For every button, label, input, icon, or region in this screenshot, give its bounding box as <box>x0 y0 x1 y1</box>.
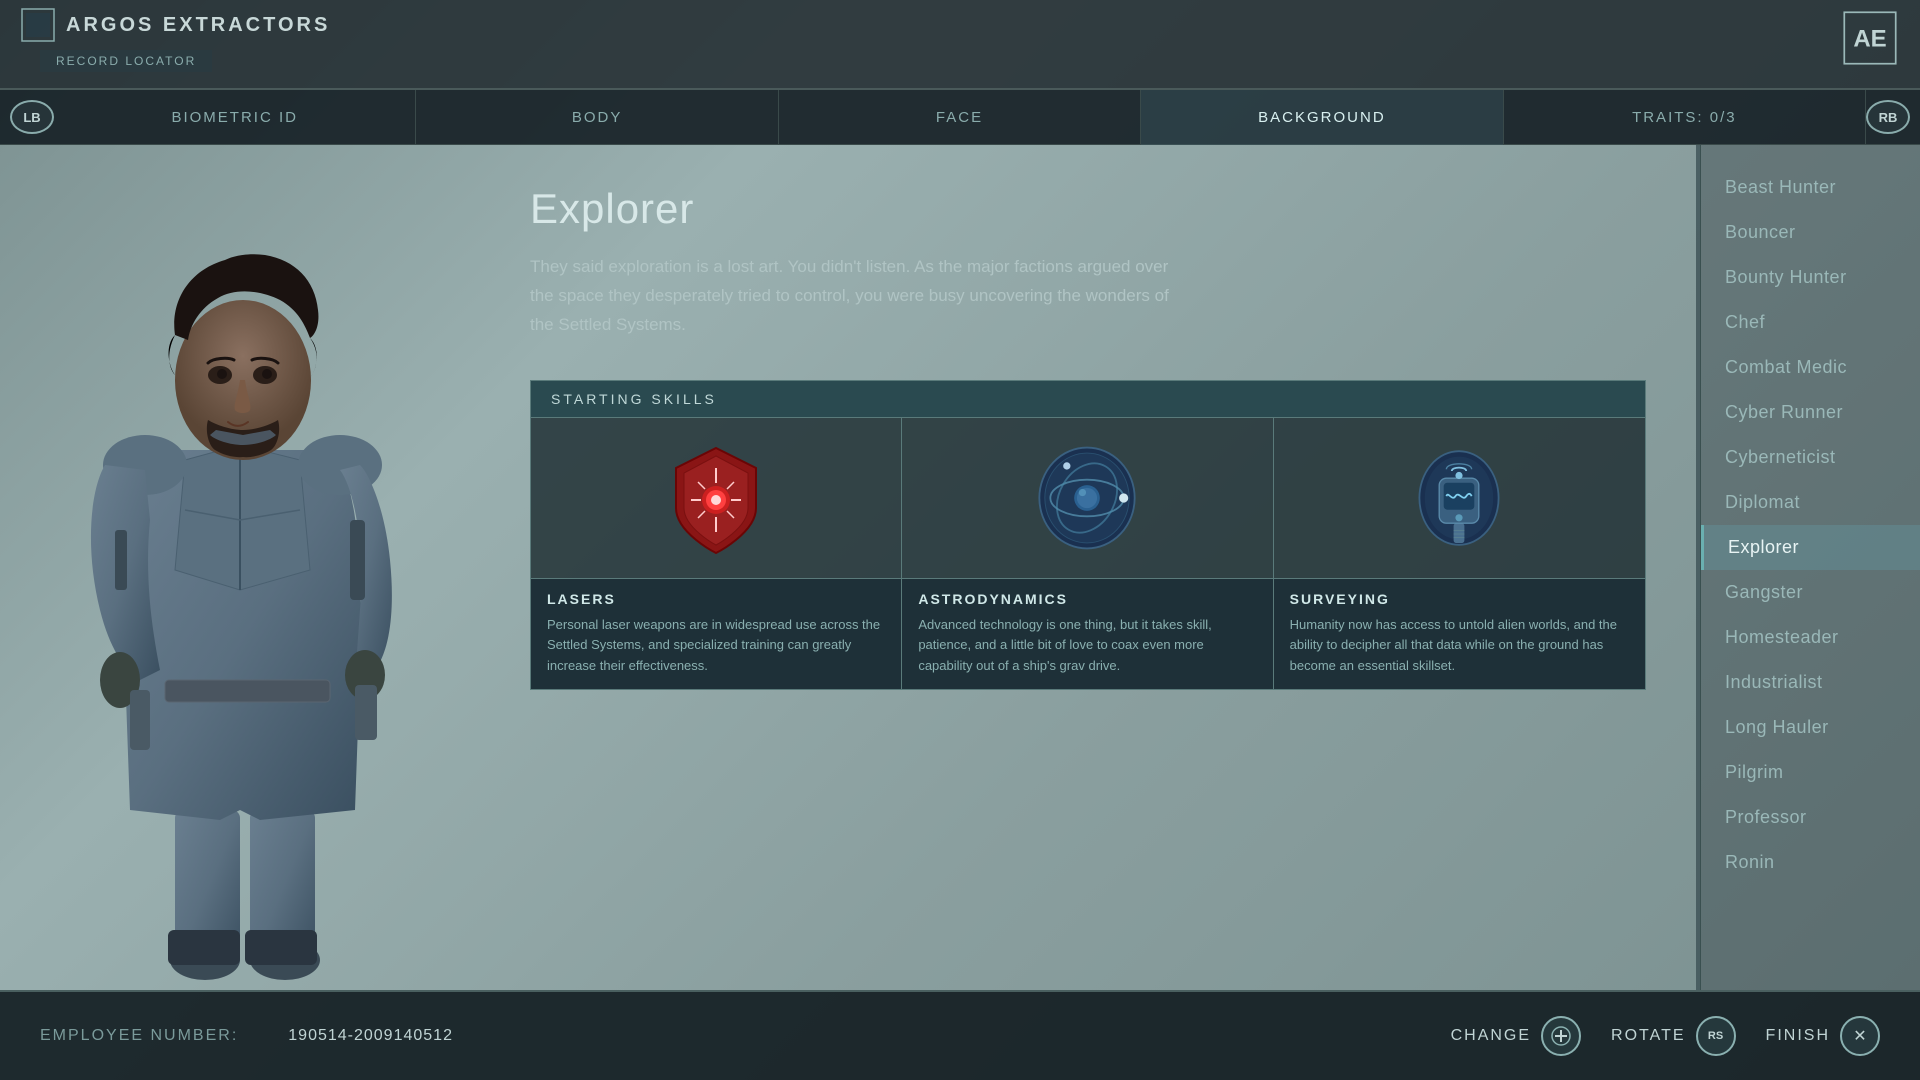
bg-list-item-professor[interactable]: Professor <box>1701 795 1920 840</box>
skill-icon-survey <box>1274 418 1645 578</box>
skills-header: STARTING SKILLS <box>531 381 1645 418</box>
skill-info-lasers: LASERS Personal laser weapons are in wid… <box>531 578 901 689</box>
bg-list-item-beast-hunter[interactable]: Beast Hunter <box>1701 165 1920 210</box>
background-description: They said exploration is a lost art. You… <box>530 253 1170 340</box>
bg-list-item-bouncer[interactable]: Bouncer <box>1701 210 1920 255</box>
change-icon <box>1541 1016 1581 1056</box>
skill-name-survey: SURVEYING <box>1290 591 1629 607</box>
change-label: CHANGE <box>1451 1027 1531 1045</box>
bg-list-item-long-hauler[interactable]: Long Hauler <box>1701 705 1920 750</box>
skill-name-astro: ASTRODYNAMICS <box>918 591 1256 607</box>
change-button[interactable]: CHANGE <box>1451 1016 1581 1056</box>
main-content: Explorer They said exploration is a lost… <box>0 145 1920 990</box>
skill-info-survey: SURVEYING Humanity now has access to unt… <box>1274 578 1645 689</box>
bg-list-item-industrialist[interactable]: Industrialist <box>1701 660 1920 705</box>
rotate-button[interactable]: ROTATE RS <box>1611 1016 1736 1056</box>
bg-list-item-pilgrim[interactable]: Pilgrim <box>1701 750 1920 795</box>
finish-label: FINISH <box>1766 1027 1830 1045</box>
header-top: ARGOS EXTRACTORS <box>0 0 1920 50</box>
info-panel: Explorer They said exploration is a lost… <box>480 145 1696 990</box>
rotate-label: ROTATE <box>1611 1027 1686 1045</box>
skill-card-astro: ASTRODYNAMICS Advanced technology is one… <box>902 418 1273 689</box>
nav-left-button[interactable]: LB <box>10 100 54 134</box>
finish-button[interactable]: FINISH ✕ <box>1766 1016 1880 1056</box>
survey-skill-icon <box>1414 438 1504 558</box>
tab-biometric[interactable]: BIOMETRIC ID <box>54 90 416 145</box>
rotate-icon: RS <box>1696 1016 1736 1056</box>
bottom-bar: EMPLOYEE NUMBER: 190514-2009140512 CHANG… <box>0 990 1920 1080</box>
background-list[interactable]: Beast HunterBouncerBounty HunterChefComb… <box>1700 145 1920 990</box>
bg-list-item-homesteader[interactable]: Homesteader <box>1701 615 1920 660</box>
company-logo: ARGOS EXTRACTORS <box>20 7 330 43</box>
character-svg <box>50 170 430 990</box>
bottom-actions: CHANGE ROTATE RS FINISH ✕ <box>1451 1016 1880 1056</box>
bg-list-item-cyber-runner[interactable]: Cyber Runner <box>1701 390 1920 435</box>
astro-skill-icon <box>1032 438 1142 558</box>
background-title: Explorer <box>530 185 1646 233</box>
logo-emblem <box>20 7 56 43</box>
tab-face[interactable]: FACE <box>779 90 1141 145</box>
bg-list-item-gangster[interactable]: Gangster <box>1701 570 1920 615</box>
tab-body[interactable]: BODY <box>416 90 778 145</box>
nav-right-button[interactable]: RB <box>1866 100 1910 134</box>
skills-grid: LASERS Personal laser weapons are in wid… <box>531 418 1645 689</box>
header-bar: ARGOS EXTRACTORS RECORD LOCATOR AE <box>0 0 1920 90</box>
skill-desc-survey: Humanity now has access to untold alien … <box>1290 615 1629 677</box>
skill-icon-lasers <box>531 418 901 578</box>
skill-card-survey: SURVEYING Humanity now has access to unt… <box>1274 418 1645 689</box>
record-locator: RECORD LOCATOR <box>40 50 212 72</box>
bg-list-item-diplomat[interactable]: Diplomat <box>1701 480 1920 525</box>
bg-list-item-cyberneticist[interactable]: Cyberneticist <box>1701 435 1920 480</box>
bg-list-item-combat-medic[interactable]: Combat Medic <box>1701 345 1920 390</box>
skill-card-lasers: LASERS Personal laser weapons are in wid… <box>531 418 902 689</box>
character-figure <box>0 145 480 990</box>
ae-logo: AE <box>1840 8 1900 68</box>
employee-number: 190514-2009140512 <box>288 1027 453 1045</box>
company-name: ARGOS EXTRACTORS <box>66 14 330 37</box>
bg-list-item-bounty-hunter[interactable]: Bounty Hunter <box>1701 255 1920 300</box>
svg-text:AE: AE <box>1853 26 1886 53</box>
skill-icon-astro <box>902 418 1272 578</box>
bg-list-item-explorer[interactable]: Explorer <box>1701 525 1920 570</box>
bg-list-item-chef[interactable]: Chef <box>1701 300 1920 345</box>
finish-icon: ✕ <box>1840 1016 1880 1056</box>
skill-name-lasers: LASERS <box>547 591 885 607</box>
employee-label: EMPLOYEE NUMBER: <box>40 1027 238 1045</box>
bg-list-item-ronin[interactable]: Ronin <box>1701 840 1920 885</box>
skill-info-astro: ASTRODYNAMICS Advanced technology is one… <box>902 578 1272 689</box>
skills-section: STARTING SKILLS <box>530 380 1646 690</box>
tab-traits[interactable]: TRAITS: 0/3 <box>1504 90 1866 145</box>
laser-skill-icon <box>666 438 766 558</box>
portrait-area <box>0 145 480 990</box>
skill-desc-astro: Advanced technology is one thing, but it… <box>918 615 1256 677</box>
nav-tabs: LB BIOMETRIC ID BODY FACE BACKGROUND TRA… <box>0 90 1920 145</box>
skill-desc-lasers: Personal laser weapons are in widespread… <box>547 615 885 677</box>
tab-background[interactable]: BACKGROUND <box>1141 90 1503 145</box>
